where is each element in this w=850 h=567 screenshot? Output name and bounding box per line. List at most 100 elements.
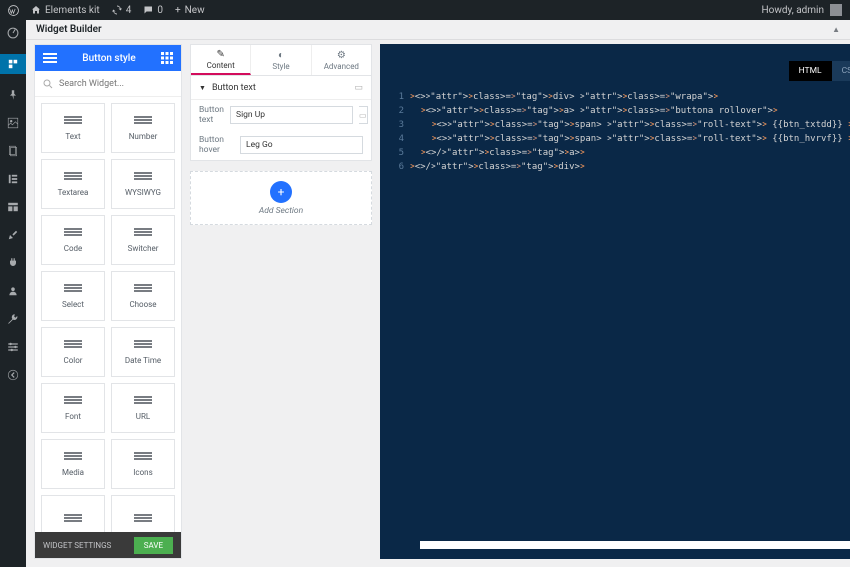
- section-handle-icon[interactable]: ▭: [354, 83, 363, 93]
- hamburger-icon[interactable]: [43, 53, 57, 63]
- save-button[interactable]: SAVE: [134, 537, 173, 554]
- widget-tile-icon: [64, 284, 82, 296]
- code-preview-panel: HTMLCSSJavaScriptCSS/JS Includes 123456 …: [380, 44, 850, 559]
- tab-label: Content: [207, 61, 235, 70]
- rail-pin-icon[interactable]: [6, 88, 20, 102]
- widget-tile-label: Color: [64, 356, 83, 365]
- widget-tile-wysiwyg[interactable]: WYSIWYG: [111, 159, 175, 209]
- rail-settings-icon[interactable]: [6, 340, 20, 354]
- widget-tile-icon: [64, 396, 82, 408]
- settings-panel: ✎Content◐Style⚙Advanced ▼ Button text ▭ …: [190, 44, 372, 559]
- new-link[interactable]: + New: [175, 5, 205, 16]
- rail-templates-icon[interactable]: [6, 200, 20, 214]
- widget-tile-color[interactable]: Color: [41, 327, 105, 377]
- widget-tile-icon: [134, 172, 152, 184]
- rail-pages-icon[interactable]: [6, 144, 20, 158]
- caret-down-icon: ▼: [199, 84, 206, 92]
- widget-tile-label: Icons: [133, 468, 152, 477]
- widget-tile-icon: [64, 172, 82, 184]
- rail-tools-icon[interactable]: [6, 312, 20, 326]
- rail-appearance-icon[interactable]: [6, 228, 20, 242]
- add-section-label: Add Section: [259, 206, 303, 216]
- howdy-text[interactable]: Howdy, admin: [762, 5, 824, 16]
- widget-settings-label[interactable]: WIDGET SETTINGS: [43, 541, 134, 550]
- tab-content[interactable]: ✎Content: [191, 45, 251, 75]
- rail-plugins-icon[interactable]: [6, 256, 20, 270]
- widget-tile-url[interactable]: URL: [111, 383, 175, 433]
- widget-tile-label: WYSIWYG: [125, 188, 161, 197]
- widget-tile-date-time[interactable]: Date Time: [111, 327, 175, 377]
- widget-tile-textarea[interactable]: Textarea: [41, 159, 105, 209]
- rail-dashboard-icon[interactable]: [6, 26, 20, 40]
- wp-admin-menu: [0, 20, 26, 567]
- widget-tile-icons[interactable]: Icons: [111, 439, 175, 489]
- horizontal-scrollbar[interactable]: [420, 541, 850, 549]
- updates-link[interactable]: 4: [112, 5, 132, 16]
- wp-admin-bar: Elements kit 4 0 + New Howdy, admin: [0, 0, 850, 20]
- new-label: New: [185, 5, 205, 16]
- widget-tile-code[interactable]: Code: [41, 215, 105, 265]
- widget-tile-label: Date Time: [125, 356, 161, 365]
- settings-section: ▼ Button text ▭ Button text ▭ Button hover: [190, 76, 372, 161]
- widget-library-footer: WIDGET SETTINGS SAVE: [35, 532, 181, 558]
- search-input[interactable]: [59, 79, 173, 89]
- search-icon: [43, 79, 53, 89]
- dynamic-tag-icon[interactable]: ▭: [359, 106, 368, 124]
- code-tab-css[interactable]: CSS: [832, 61, 850, 81]
- widget-tile-label: Textarea: [58, 188, 89, 197]
- user-avatar[interactable]: [830, 4, 842, 16]
- site-name-link[interactable]: Elements kit: [31, 5, 100, 16]
- widget-tile-text[interactable]: Text: [41, 103, 105, 153]
- setting-input[interactable]: [240, 136, 363, 154]
- section-title: Button text: [212, 83, 256, 93]
- widget-tile-icon: [134, 396, 152, 408]
- widget-tile-icon: [64, 116, 82, 128]
- tab-style[interactable]: ◐Style: [251, 45, 311, 75]
- widget-tile-number[interactable]: Number: [111, 103, 175, 153]
- line-gutter: 123456: [390, 88, 410, 559]
- widget-tile-icon: [134, 228, 152, 240]
- widget-tile-label: Code: [64, 244, 83, 253]
- rail-elementor-icon[interactable]: [6, 172, 20, 186]
- code-tabs: HTMLCSSJavaScriptCSS/JS Includes: [380, 58, 850, 84]
- widget-tile[interactable]: [111, 495, 175, 532]
- widget-tile-icon: [134, 452, 152, 464]
- widget-tile-label: Font: [65, 412, 81, 421]
- tab-label: Style: [272, 62, 289, 71]
- widget-tile-icon: [64, 228, 82, 240]
- widget-tile-label: Number: [129, 132, 158, 141]
- site-name: Elements kit: [45, 5, 100, 16]
- section-header[interactable]: ▼ Button text ▭: [191, 76, 371, 100]
- rail-collapse-icon[interactable]: [6, 368, 20, 382]
- widget-tile-media[interactable]: Media: [41, 439, 105, 489]
- widget-tile-select[interactable]: Select: [41, 271, 105, 321]
- setting-label: Button hover: [199, 135, 234, 155]
- tab-icon: ✎: [216, 49, 224, 60]
- rail-users-icon[interactable]: [6, 284, 20, 298]
- rail-media-icon[interactable]: [6, 116, 20, 130]
- widget-tile-choose[interactable]: Choose: [111, 271, 175, 321]
- settings-tabs: ✎Content◐Style⚙Advanced: [190, 44, 372, 76]
- widget-tile-icon: [134, 284, 152, 296]
- widget-library-header: Button style: [35, 45, 181, 71]
- wp-logo[interactable]: [8, 5, 19, 16]
- grid-view-icon[interactable]: [161, 52, 173, 64]
- code-editor[interactable]: ><>>"attr">>class>=>"tag">>div> >"attr">…: [410, 88, 850, 559]
- widget-tile-switcher[interactable]: Switcher: [111, 215, 175, 265]
- search-row: [35, 71, 181, 97]
- rail-kit-icon[interactable]: [0, 54, 26, 74]
- widget-tile-label: Text: [65, 132, 80, 141]
- tab-advanced[interactable]: ⚙Advanced: [312, 45, 371, 75]
- widget-tile[interactable]: [41, 495, 105, 532]
- add-section-area[interactable]: + Add Section: [190, 171, 372, 225]
- tab-icon: ◐: [278, 50, 284, 61]
- widget-tile-label: Media: [62, 468, 84, 477]
- updates-count: 4: [126, 5, 132, 16]
- code-tab-html[interactable]: HTML: [789, 61, 832, 81]
- add-section-button[interactable]: +: [270, 181, 292, 203]
- comments-link[interactable]: 0: [143, 5, 163, 16]
- setting-input[interactable]: [230, 106, 353, 124]
- widget-tile-label: Select: [62, 300, 84, 309]
- collapse-panel-icon[interactable]: ▲: [832, 25, 840, 34]
- widget-tile-font[interactable]: Font: [41, 383, 105, 433]
